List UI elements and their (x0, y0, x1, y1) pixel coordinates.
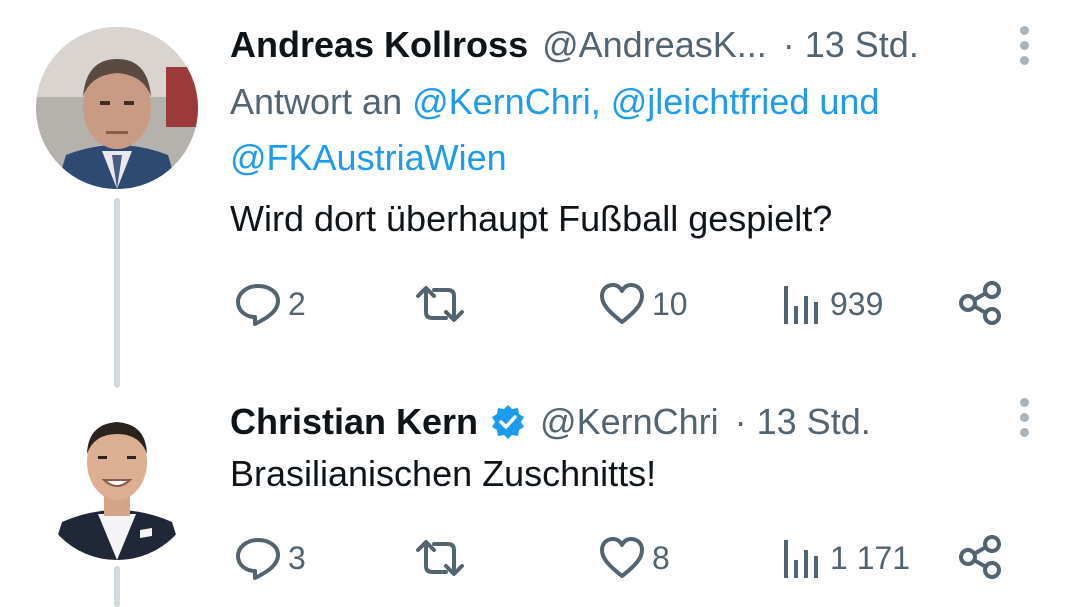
heart-icon (600, 283, 644, 324)
share-nodes-icon (959, 535, 1001, 579)
like-button[interactable]: 8 (598, 534, 670, 582)
reply-count: 3 (288, 539, 306, 576)
reply-bubble-icon (236, 538, 280, 580)
separator-dot: · (782, 24, 795, 65)
mention-link[interactable]: @KernChri, (412, 81, 601, 122)
verified-badge-icon (492, 405, 525, 439)
timestamp[interactable]: 13 Std. (805, 24, 919, 66)
reply-count: 2 (288, 285, 306, 322)
tweet-text: Brasilianischen Zuschnitts! (230, 453, 657, 494)
mention-link[interactable]: @jleichtfried (611, 81, 810, 122)
retweet-arrows-icon (416, 540, 464, 576)
more-vertical-icon[interactable] (1020, 26, 1032, 71)
views-count: 939 (830, 285, 884, 322)
thread-connector-line (114, 566, 120, 607)
replying-prefix: Antwort an (230, 81, 403, 122)
avatar[interactable] (36, 27, 198, 189)
mention-link[interactable]: @FKAustriaWien (230, 137, 507, 178)
author-handle[interactable]: @KernChri (540, 401, 719, 443)
author-name[interactable]: Christian Kern (230, 401, 478, 443)
more-vertical-icon[interactable] (1020, 398, 1032, 443)
like-button[interactable]: 10 (598, 280, 688, 328)
tweet-text: Wird dort überhaupt Fußball gespielt? (230, 198, 833, 239)
share-button[interactable] (958, 280, 1004, 326)
replying-to: Antwort an @KernChri, @jleichtfried und … (230, 74, 1030, 186)
author-handle[interactable]: @AndreasK... (542, 24, 767, 66)
views-button[interactable]: 939 (780, 280, 883, 328)
retweet-button[interactable] (412, 280, 474, 328)
reply-button[interactable]: 2 (234, 280, 306, 328)
retweet-arrows-icon (416, 286, 464, 322)
timestamp[interactable]: 13 Std. (757, 401, 871, 443)
tweet-header: Christian Kern @KernChri · 13 Std. (230, 398, 871, 443)
mention-conjunction[interactable]: und (819, 81, 879, 122)
views-count: 1 171 (830, 539, 911, 576)
reply-button[interactable]: 3 (234, 534, 306, 582)
heart-icon (600, 537, 644, 578)
views-button[interactable]: 1 171 (780, 534, 910, 582)
separator-dot: · (734, 401, 747, 442)
tweet-header: Andreas Kollross @AndreasK... · 13 Std. (230, 24, 919, 66)
reply-bubble-icon (236, 284, 280, 326)
author-name[interactable]: Andreas Kollross (230, 24, 528, 66)
thread-connector-line (114, 198, 120, 388)
retweet-button[interactable] (412, 534, 474, 582)
bar-chart-icon (784, 286, 818, 324)
share-button[interactable] (958, 534, 1004, 580)
share-nodes-icon (959, 281, 1001, 325)
like-count: 8 (652, 539, 670, 576)
bar-chart-icon (784, 540, 818, 578)
like-count: 10 (652, 285, 688, 322)
avatar[interactable] (36, 398, 198, 560)
